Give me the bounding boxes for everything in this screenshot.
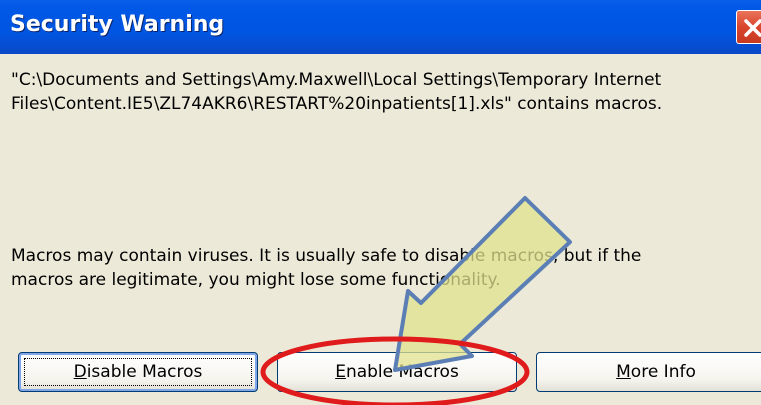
disable-macros-label-rest: isable Macros xyxy=(86,362,203,382)
dialog-title: Security Warning xyxy=(10,12,225,37)
warning-line: Macros may contain viruses. It is usuall… xyxy=(11,246,642,266)
more-info-button[interactable]: More Info xyxy=(536,352,761,392)
disable-macros-button[interactable]: Disable Macros xyxy=(18,352,258,392)
security-warning-dialog: Security Warning "C:\Documents and Setti… xyxy=(0,0,761,405)
disable-macros-label: Disable Macros xyxy=(74,362,203,382)
more-info-label: More Info xyxy=(616,362,696,382)
close-icon xyxy=(744,19,761,37)
enable-macros-label-rest: nable Macros xyxy=(345,362,459,382)
enable-macros-label: Enable Macros xyxy=(335,362,459,382)
screen: Security Warning "C:\Documents and Setti… xyxy=(0,0,761,405)
enable-macros-mnemonic: E xyxy=(335,362,346,382)
more-info-label-rest: ore Info xyxy=(630,362,696,382)
file-message: "C:\Documents and Settings\Amy.Maxwell\L… xyxy=(11,68,761,116)
title-bar[interactable]: Security Warning xyxy=(0,0,761,54)
message-line: "C:\Documents and Settings\Amy.Maxwell\L… xyxy=(11,70,662,90)
macro-warning-text: Macros may contain viruses. It is usuall… xyxy=(11,244,751,292)
more-info-mnemonic: M xyxy=(616,362,631,382)
close-button[interactable] xyxy=(736,10,761,44)
warning-line: macros are legitimate, you might lose so… xyxy=(11,270,501,290)
disable-macros-mnemonic: D xyxy=(73,362,87,382)
message-line: Files\Content.IE5\ZL74AKR6\RESTART%20inp… xyxy=(11,94,663,114)
enable-macros-button[interactable]: Enable Macros xyxy=(277,352,517,392)
